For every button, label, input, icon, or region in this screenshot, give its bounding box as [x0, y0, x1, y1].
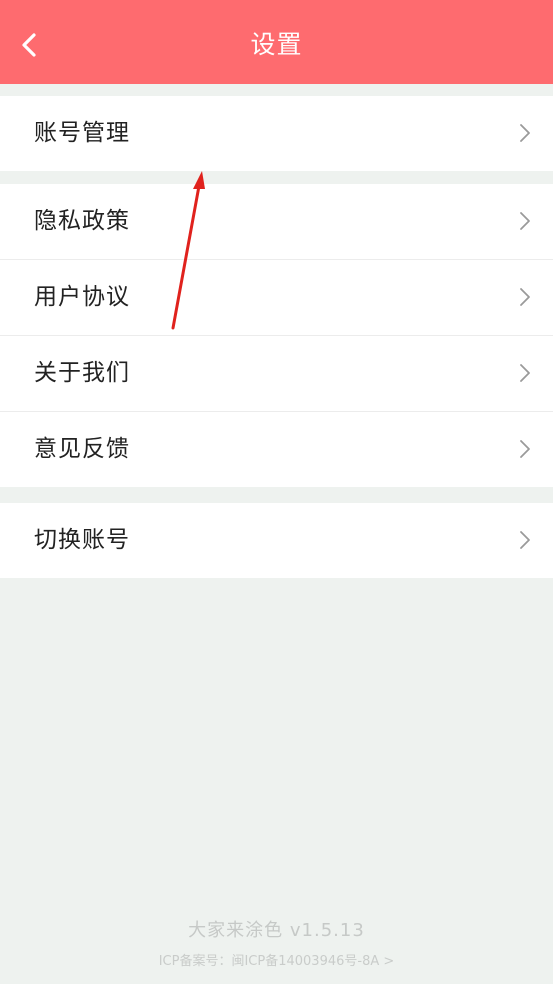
settings-group-account: 账号管理	[0, 96, 553, 171]
settings-item-label: 切换账号	[34, 527, 130, 553]
settings-item-label: 意见反馈	[34, 436, 130, 462]
settings-item-feedback[interactable]: 意见反馈	[0, 411, 553, 487]
header-bar: 设置	[0, 0, 553, 84]
settings-group-switch: 切换账号	[0, 503, 553, 578]
chevron-right-icon	[520, 531, 530, 549]
chevron-right-icon	[520, 364, 530, 382]
settings-group-info: 隐私政策 用户协议 关于我们 意见反馈	[0, 184, 553, 487]
settings-item-account-management[interactable]: 账号管理	[0, 96, 553, 171]
settings-screen: 设置 账号管理 隐私政策 用户协议 关于我们 意见反馈 切换账号 大家来涂色 v…	[0, 0, 553, 984]
chevron-right-icon	[520, 124, 530, 142]
app-version: 大家来涂色 v1.5.13	[188, 920, 365, 941]
chevron-right-icon	[520, 212, 530, 230]
settings-item-label: 关于我们	[34, 360, 130, 386]
chevron-right-icon	[520, 288, 530, 306]
settings-item-about-us[interactable]: 关于我们	[0, 335, 553, 411]
settings-item-label: 用户协议	[34, 284, 130, 310]
settings-item-user-agreement[interactable]: 用户协议	[0, 259, 553, 335]
icp-record-link[interactable]: ICP备案号：闽ICP备14003946号-8A >	[0, 950, 553, 969]
settings-item-privacy-policy[interactable]: 隐私政策	[0, 184, 553, 259]
footer: 大家来涂色 v1.5.13 ICP备案号：闽ICP备14003946号-8A >	[0, 916, 553, 984]
chevron-right-icon	[520, 440, 530, 458]
page-title: 设置	[250, 30, 303, 59]
settings-item-label: 账号管理	[34, 120, 130, 146]
settings-item-label: 隐私政策	[34, 208, 130, 234]
settings-item-switch-account[interactable]: 切换账号	[0, 503, 553, 578]
